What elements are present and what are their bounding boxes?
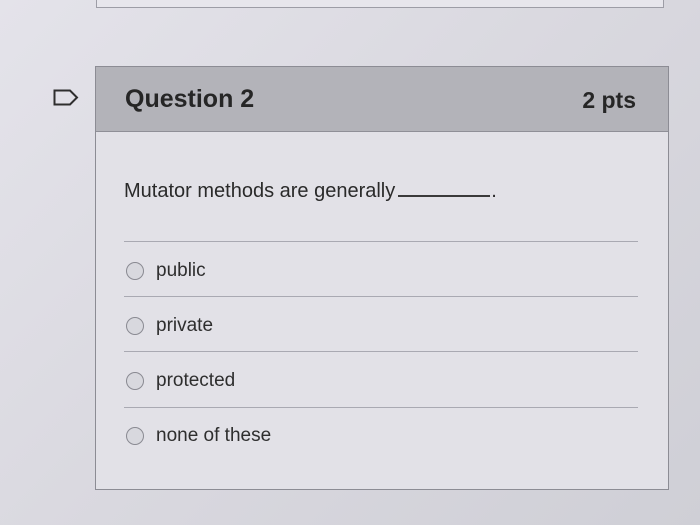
question-prompt-end: . [491,180,497,202]
answer-option-public[interactable]: public [126,258,206,284]
answer-label: public [156,260,206,281]
question-card: Question 2 2 pts Mutator methods are gen… [95,66,669,490]
question-prompt: Mutator methods are generally. [124,179,497,203]
answer-divider [124,351,638,352]
answer-option-none-of-these[interactable]: none of these [126,423,271,449]
answer-label: protected [156,370,236,391]
radio-button[interactable] [126,317,144,335]
answer-option-protected[interactable]: protected [126,368,235,394]
question-header: Question 2 2 pts [96,67,668,132]
answer-option-private[interactable]: private [126,313,213,339]
radio-button[interactable] [126,262,144,280]
flag-question-icon[interactable] [53,89,79,106]
fill-in-blank [398,179,491,197]
radio-button[interactable] [126,372,144,390]
radio-button[interactable] [126,427,144,445]
question-title: Question 2 [125,85,255,113]
answer-label: private [156,315,214,336]
previous-question-card [96,0,664,8]
question-prompt-text: Mutator methods are generally [124,180,396,202]
answer-divider [124,407,638,408]
answer-divider [124,241,638,242]
answer-divider [124,296,638,297]
question-points: 2 pts [582,87,636,113]
answer-label: none of these [156,425,272,446]
